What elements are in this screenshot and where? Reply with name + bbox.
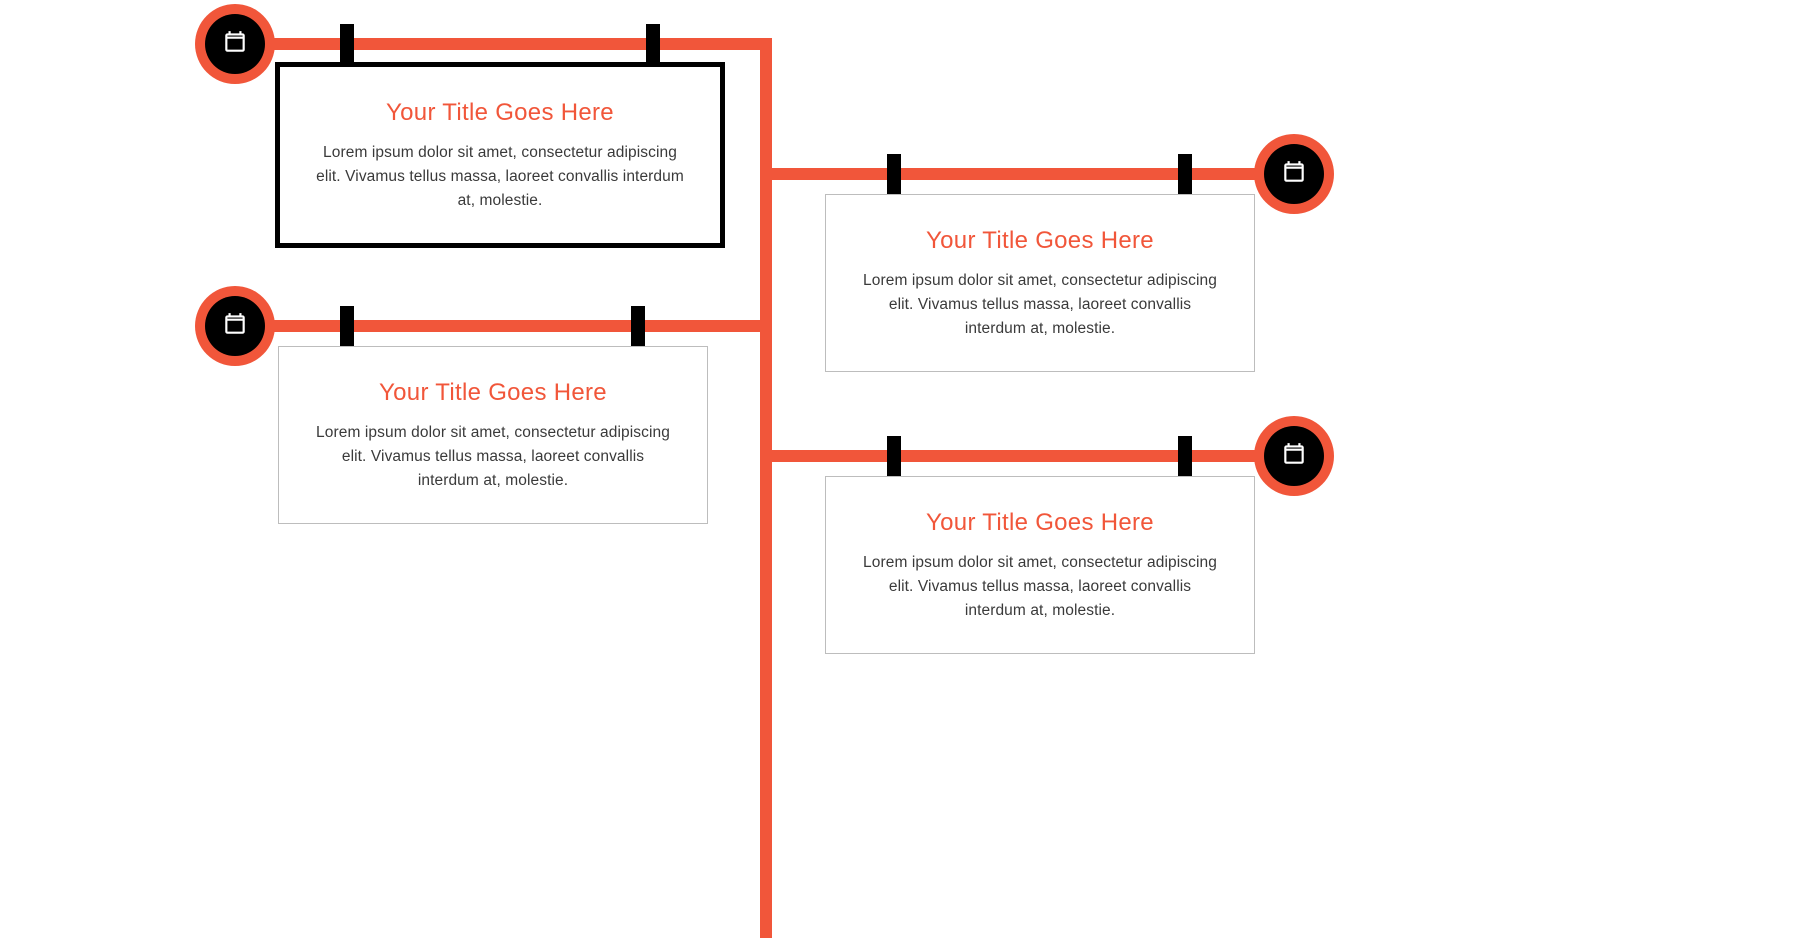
timeline-rail (232, 38, 766, 50)
timeline-node-inner (1264, 144, 1324, 204)
timeline-card-desc: Lorem ipsum dolor sit amet, consectetur … (314, 141, 686, 213)
timeline-card-desc: Lorem ipsum dolor sit amet, consectetur … (313, 421, 673, 493)
timeline-card: Your Title Goes Here Lorem ipsum dolor s… (278, 346, 708, 524)
timeline-card-title: Your Title Goes Here (313, 379, 673, 407)
timeline-node-inner (205, 296, 265, 356)
timeline-card: Your Title Goes Here Lorem ipsum dolor s… (275, 62, 725, 248)
timeline-card-desc: Lorem ipsum dolor sit amet, consectetur … (860, 269, 1220, 341)
card-peg (887, 154, 901, 196)
timeline-node (195, 286, 275, 366)
timeline-rail (766, 450, 1296, 462)
card-peg (1178, 154, 1192, 196)
card-peg (631, 306, 645, 348)
timeline-rail (232, 320, 766, 332)
calendar-icon (1281, 159, 1307, 190)
timeline-card: Your Title Goes Here Lorem ipsum dolor s… (825, 476, 1255, 654)
timeline-node-inner (205, 14, 265, 74)
timeline-card-title: Your Title Goes Here (314, 99, 686, 127)
card-peg (340, 24, 354, 66)
timeline-card-title: Your Title Goes Here (860, 509, 1220, 537)
card-peg (1178, 436, 1192, 478)
card-peg (646, 24, 660, 66)
timeline-node-inner (1264, 426, 1324, 486)
timeline-node (1254, 134, 1334, 214)
timeline-node (195, 4, 275, 84)
card-peg (340, 306, 354, 348)
card-peg (887, 436, 901, 478)
calendar-icon (222, 29, 248, 60)
timeline-rail (766, 168, 1296, 180)
timeline-node (1254, 416, 1334, 496)
timeline-card-desc: Lorem ipsum dolor sit amet, consectetur … (860, 551, 1220, 623)
timeline-card-title: Your Title Goes Here (860, 227, 1220, 255)
calendar-icon (1281, 441, 1307, 472)
timeline-card: Your Title Goes Here Lorem ipsum dolor s… (825, 194, 1255, 372)
calendar-icon (222, 311, 248, 342)
